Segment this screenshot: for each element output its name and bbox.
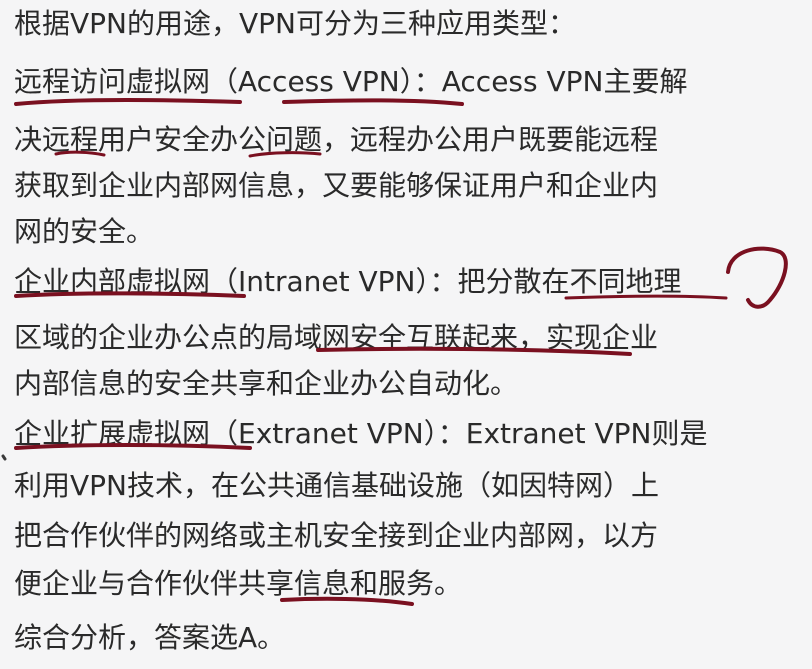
text-line-extranet-4: 便企业与合作伙伴共享信息和服务。: [14, 567, 463, 600]
text-line-access-vpn-4: 网的安全。: [14, 215, 155, 248]
text-line-access-vpn-2: 决远程用户安全办公问题，远程办公用户既要能远程: [14, 123, 659, 156]
text-line-intranet-3: 内部信息的安全共享和企业办公自动化。: [14, 367, 519, 400]
text-line-extranet-title: 企业扩展虚拟网（Extranet VPN）：Extranet VPN则是: [14, 417, 708, 450]
text-line-access-vpn-3: 获取到企业内部网信息，又要能够保证用户和企业内: [14, 169, 659, 202]
text-line-intro: 根据VPN的用途，VPN可分为三种应用类型：: [14, 7, 576, 40]
text-line-conclusion: 综合分析，答案选A。: [14, 621, 286, 654]
text-line-access-vpn-title: 远程访问虚拟网（Access VPN）：Access VPN主要解: [14, 65, 688, 98]
document-page: 根据VPN的用途，VPN可分为三种应用类型： 远程访问虚拟网（Access VP…: [0, 0, 812, 669]
text-line-intranet-title: 企业内部虚拟网（Intranet VPN）：把分散在不同地理: [14, 265, 682, 298]
text-line-extranet-2: 利用VPN技术，在公共通信基础设施（如因特网）上: [14, 469, 659, 502]
text-line-extranet-3: 把合作伙伴的网络或主机安全接到企业内部网，以方: [14, 519, 659, 552]
text-line-intranet-2: 区域的企业办公点的局域网安全互联起来，实现企业: [14, 321, 659, 354]
